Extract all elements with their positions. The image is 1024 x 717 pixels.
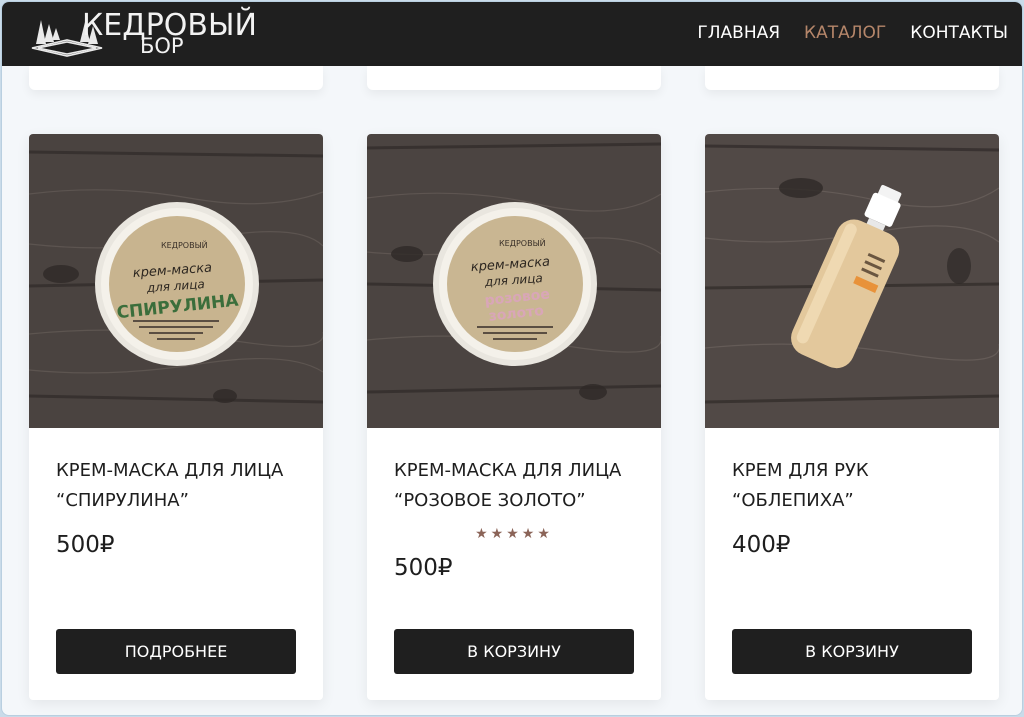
product-image[interactable] — [705, 134, 999, 428]
product-card: КЕДРОВЫЙ крем-маска для лица СПИРУЛИНА К… — [29, 134, 323, 700]
add-to-cart-button[interactable]: В КОРЗИНУ — [394, 629, 634, 674]
rating-stars: ★★★★★ — [475, 526, 553, 542]
prev-card-stub — [367, 66, 661, 90]
product-image[interactable]: КЕДРОВЫЙ крем-маска для лица розовое зол… — [367, 134, 661, 428]
details-button[interactable]: ПОДРОБНЕЕ — [56, 629, 296, 674]
prev-card-stub — [29, 66, 323, 90]
nav-catalog[interactable]: КАТАЛОГ — [804, 22, 886, 44]
product-price: 500₽ — [394, 555, 453, 581]
product-card: КРЕМ ДЛЯ РУК “ОБЛЕПИХА” 400₽ В КОРЗИНУ — [705, 134, 999, 700]
page-frame: КЕДРОВЫЙ БОР ГЛАВНАЯ КАТАЛОГ КОНТАКТЫ КЕ… — [1, 1, 1023, 716]
add-to-cart-button[interactable]: В КОРЗИНУ — [732, 629, 972, 674]
site-header: КЕДРОВЫЙ БОР ГЛАВНАЯ КАТАЛОГ КОНТАКТЫ — [2, 2, 1022, 66]
product-title[interactable]: КРЕМ ДЛЯ РУК “ОБЛЕПИХА” — [732, 456, 982, 516]
svg-text:КЕДРОВЫЙ: КЕДРОВЫЙ — [161, 239, 208, 250]
nav-home[interactable]: ГЛАВНАЯ — [697, 22, 780, 44]
main-nav: ГЛАВНАЯ КАТАЛОГ КОНТАКТЫ — [697, 22, 1008, 44]
product-title[interactable]: КРЕМ-МАСКА ДЛЯ ЛИЦА “СПИРУЛИНА” — [56, 456, 306, 516]
logo-subtitle: БОР — [140, 34, 184, 58]
product-price: 400₽ — [732, 532, 791, 558]
nav-contacts[interactable]: КОНТАКТЫ — [910, 22, 1008, 44]
svg-text:КЕДРОВЫЙ: КЕДРОВЫЙ — [499, 237, 546, 248]
product-title[interactable]: КРЕМ-МАСКА ДЛЯ ЛИЦА “РОЗОВОЕ ЗОЛОТО” — [394, 456, 644, 516]
prev-card-stub — [705, 66, 999, 90]
logo[interactable]: КЕДРОВЫЙ БОР — [28, 8, 268, 64]
product-price: 500₽ — [56, 532, 115, 558]
product-card: КЕДРОВЫЙ крем-маска для лица розовое зол… — [367, 134, 661, 700]
product-image[interactable]: КЕДРОВЫЙ крем-маска для лица СПИРУЛИНА — [29, 134, 323, 428]
